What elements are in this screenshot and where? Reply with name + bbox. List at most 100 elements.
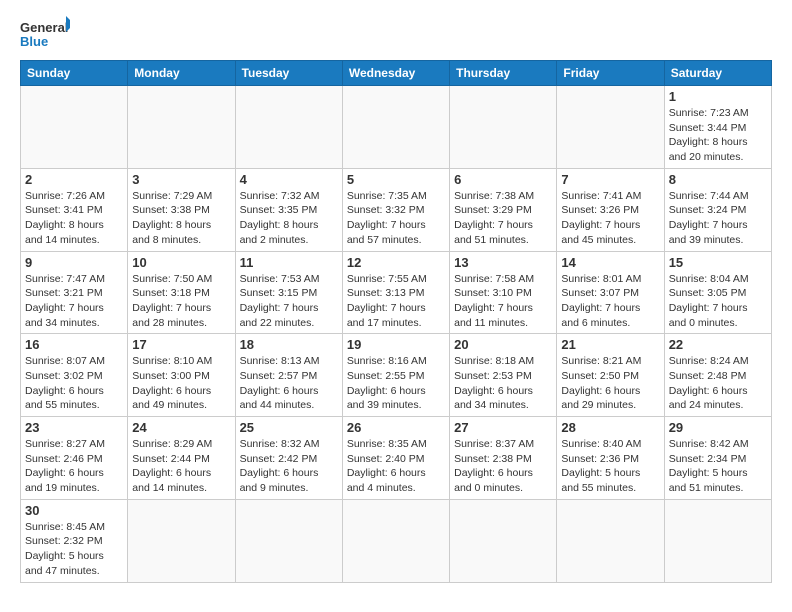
calendar-cell [128,86,235,169]
weekday-header-monday: Monday [128,61,235,86]
calendar-cell: 19Sunrise: 8:16 AM Sunset: 2:55 PM Dayli… [342,334,449,417]
day-number: 19 [347,337,445,352]
day-number: 7 [561,172,659,187]
day-info: Sunrise: 8:37 AM Sunset: 2:38 PM Dayligh… [454,437,552,496]
calendar-week-4: 16 Sunrise: 8:07 AM Sunset: 3:02 PM Dayli… [21,334,772,417]
day-number: 27 [454,420,552,435]
calendar-cell: 24Sunrise: 8:29 AM Sunset: 2:44 PM Dayli… [128,417,235,500]
day-number: 12 [347,255,445,270]
day-number: 14 [561,255,659,270]
calendar-cell: 6 Sunrise: 7:38 AM Sunset: 3:29 PM Daylig… [450,168,557,251]
calendar-week-3: 9 Sunrise: 7:47 AM Sunset: 3:21 PM Daylig… [21,251,772,334]
weekday-header-tuesday: Tuesday [235,61,342,86]
day-info: Sunrise: 7:26 AM Sunset: 3:41 PM Dayligh… [25,189,123,248]
calendar-cell [557,499,664,582]
calendar-cell: 23 Sunrise: 8:27 AM Sunset: 2:46 PM Dayli… [21,417,128,500]
calendar-cell: 21 Sunrise: 8:21 AM Sunset: 2:50 PM Dayli… [557,334,664,417]
day-number: 30 [25,503,123,518]
day-info: Sunrise: 8:04 AM Sunset: 3:05 PM Dayligh… [669,272,767,331]
calendar-cell: 1 Sunrise: 7:23 AM Sunset: 3:44 PM Daylig… [664,86,771,169]
day-number: 23 [25,420,123,435]
day-number: 11 [240,255,338,270]
calendar: SundayMondayTuesdayWednesdayThursdayFrid… [20,60,772,583]
calendar-cell [342,86,449,169]
calendar-cell: 11Sunrise: 7:53 AM Sunset: 3:15 PM Dayli… [235,251,342,334]
day-info: Sunrise: 8:40 AM Sunset: 2:36 PM Dayligh… [561,437,659,496]
day-info: Sunrise: 8:42 AM Sunset: 2:34 PM Dayligh… [669,437,767,496]
calendar-cell: 8 Sunrise: 7:44 AM Sunset: 3:24 PM Daylig… [664,168,771,251]
day-number: 29 [669,420,767,435]
calendar-cell: 27 Sunrise: 8:37 AM Sunset: 2:38 PM Dayli… [450,417,557,500]
day-number: 25 [240,420,338,435]
day-number: 8 [669,172,767,187]
calendar-cell: 14 Sunrise: 8:01 AM Sunset: 3:07 PM Dayli… [557,251,664,334]
calendar-cell: 28Sunrise: 8:40 AM Sunset: 2:36 PM Dayli… [557,417,664,500]
calendar-week-5: 23 Sunrise: 8:27 AM Sunset: 2:46 PM Dayli… [21,417,772,500]
calendar-week-2: 2 Sunrise: 7:26 AM Sunset: 3:41 PM Daylig… [21,168,772,251]
day-info: Sunrise: 7:50 AM Sunset: 3:18 PM Dayligh… [132,272,230,331]
calendar-cell: 4Sunrise: 7:32 AM Sunset: 3:35 PM Daylig… [235,168,342,251]
day-number: 5 [347,172,445,187]
calendar-cell: 3 Sunrise: 7:29 AM Sunset: 3:38 PM Daylig… [128,168,235,251]
day-info: Sunrise: 8:18 AM Sunset: 2:53 PM Dayligh… [454,354,552,413]
day-info: Sunrise: 8:35 AM Sunset: 2:40 PM Dayligh… [347,437,445,496]
calendar-cell: 17 Sunrise: 8:10 AM Sunset: 3:00 PM Dayli… [128,334,235,417]
day-number: 26 [347,420,445,435]
calendar-week-1: 1 Sunrise: 7:23 AM Sunset: 3:44 PM Daylig… [21,86,772,169]
calendar-cell: 7Sunrise: 7:41 AM Sunset: 3:26 PM Daylig… [557,168,664,251]
day-info: Sunrise: 8:01 AM Sunset: 3:07 PM Dayligh… [561,272,659,331]
calendar-cell: 15Sunrise: 8:04 AM Sunset: 3:05 PM Dayli… [664,251,771,334]
day-info: Sunrise: 7:55 AM Sunset: 3:13 PM Dayligh… [347,272,445,331]
day-info: Sunrise: 8:21 AM Sunset: 2:50 PM Dayligh… [561,354,659,413]
svg-text:General: General [20,20,68,35]
day-number: 6 [454,172,552,187]
calendar-cell: 5 Sunrise: 7:35 AM Sunset: 3:32 PM Daylig… [342,168,449,251]
calendar-cell: 13 Sunrise: 7:58 AM Sunset: 3:10 PM Dayli… [450,251,557,334]
day-info: Sunrise: 8:27 AM Sunset: 2:46 PM Dayligh… [25,437,123,496]
calendar-cell: 12 Sunrise: 7:55 AM Sunset: 3:13 PM Dayli… [342,251,449,334]
weekday-header-sunday: Sunday [21,61,128,86]
page: General Blue SundayMondayTuesdayWednesda… [0,0,792,612]
calendar-cell [450,86,557,169]
weekday-header-saturday: Saturday [664,61,771,86]
day-number: 17 [132,337,230,352]
calendar-cell: 10Sunrise: 7:50 AM Sunset: 3:18 PM Dayli… [128,251,235,334]
day-info: Sunrise: 7:58 AM Sunset: 3:10 PM Dayligh… [454,272,552,331]
calendar-week-6: 30 Sunrise: 8:45 AM Sunset: 2:32 PM Dayli… [21,499,772,582]
day-info: Sunrise: 7:35 AM Sunset: 3:32 PM Dayligh… [347,189,445,248]
day-number: 22 [669,337,767,352]
day-info: Sunrise: 7:38 AM Sunset: 3:29 PM Dayligh… [454,189,552,248]
calendar-cell: 22Sunrise: 8:24 AM Sunset: 2:48 PM Dayli… [664,334,771,417]
calendar-cell [450,499,557,582]
weekday-header-thursday: Thursday [450,61,557,86]
day-number: 3 [132,172,230,187]
day-number: 1 [669,89,767,104]
day-number: 21 [561,337,659,352]
day-number: 4 [240,172,338,187]
calendar-cell: 30 Sunrise: 8:45 AM Sunset: 2:32 PM Dayli… [21,499,128,582]
calendar-cell: 2 Sunrise: 7:26 AM Sunset: 3:41 PM Daylig… [21,168,128,251]
day-info: Sunrise: 8:07 AM Sunset: 3:02 PM Dayligh… [25,354,123,413]
calendar-cell [235,86,342,169]
calendar-cell: 29 Sunrise: 8:42 AM Sunset: 2:34 PM Dayli… [664,417,771,500]
day-info: Sunrise: 7:29 AM Sunset: 3:38 PM Dayligh… [132,189,230,248]
calendar-cell: 25Sunrise: 8:32 AM Sunset: 2:42 PM Dayli… [235,417,342,500]
day-info: Sunrise: 8:45 AM Sunset: 2:32 PM Dayligh… [25,520,123,579]
day-number: 13 [454,255,552,270]
calendar-cell [21,86,128,169]
calendar-cell: 16 Sunrise: 8:07 AM Sunset: 3:02 PM Dayli… [21,334,128,417]
logo: General Blue [20,16,70,52]
svg-text:Blue: Blue [20,34,48,49]
day-number: 16 [25,337,123,352]
day-number: 9 [25,255,123,270]
calendar-cell [128,499,235,582]
day-number: 18 [240,337,338,352]
day-info: Sunrise: 7:44 AM Sunset: 3:24 PM Dayligh… [669,189,767,248]
weekday-header-friday: Friday [557,61,664,86]
calendar-cell [557,86,664,169]
weekday-header-row: SundayMondayTuesdayWednesdayThursdayFrid… [21,61,772,86]
day-info: Sunrise: 8:10 AM Sunset: 3:00 PM Dayligh… [132,354,230,413]
day-number: 2 [25,172,123,187]
day-info: Sunrise: 7:47 AM Sunset: 3:21 PM Dayligh… [25,272,123,331]
day-info: Sunrise: 7:23 AM Sunset: 3:44 PM Dayligh… [669,106,767,165]
